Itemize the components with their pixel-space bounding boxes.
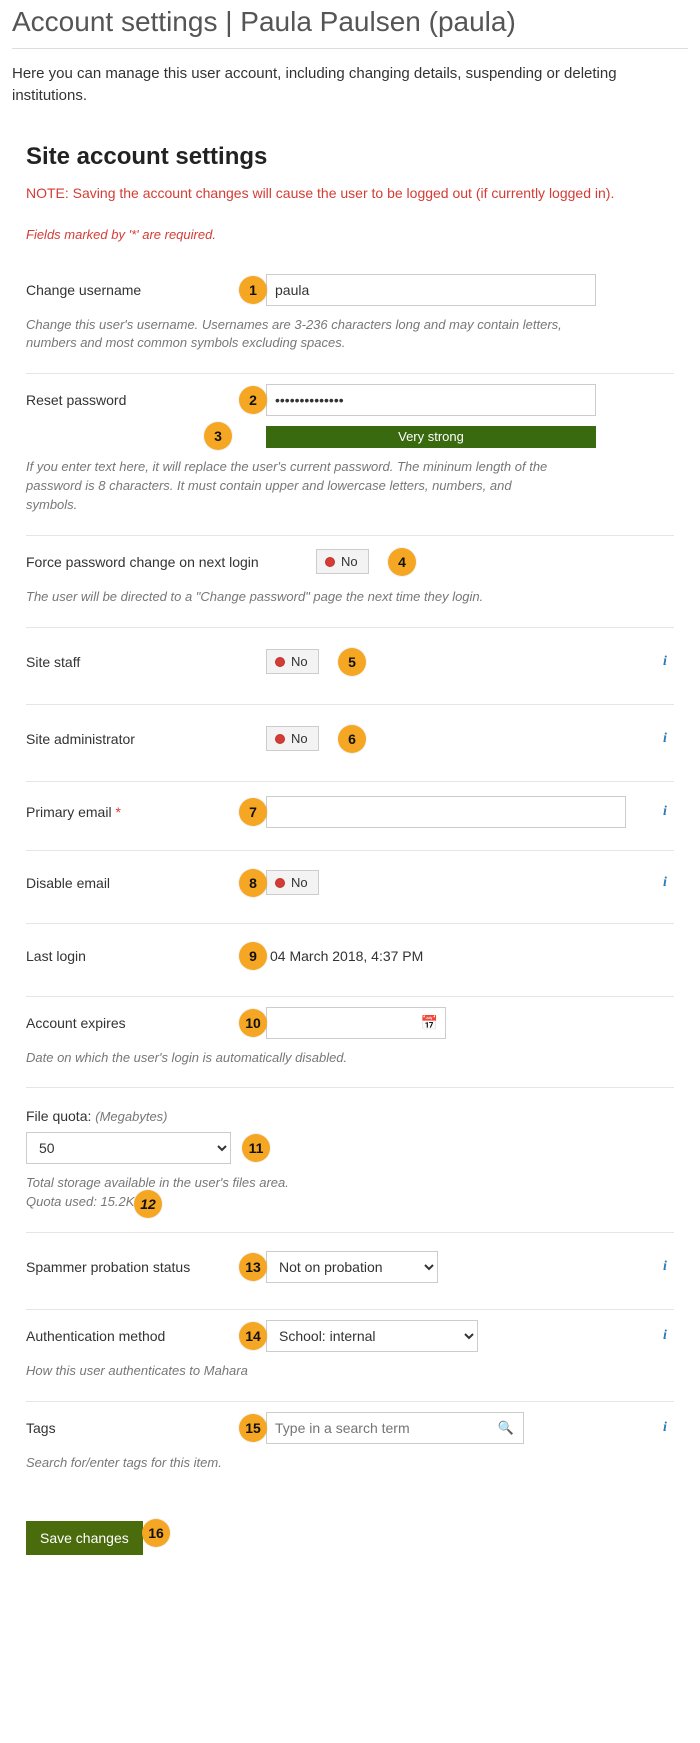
site-admin-label: Site administrator — [26, 731, 266, 747]
password-help: If you enter text here, it will replace … — [26, 458, 566, 515]
disable-email-label: Disable email — [26, 875, 266, 891]
file-quota-help-2: Quota used: 15.2KB — [26, 1194, 143, 1209]
reset-password-label: Reset password — [26, 392, 266, 408]
page-description: Here you can manage this user account, i… — [12, 63, 688, 107]
tags-input[interactable] — [266, 1412, 524, 1444]
info-icon[interactable]: i — [656, 874, 674, 892]
info-icon[interactable]: i — [656, 1258, 674, 1276]
file-quota-help-1: Total storage available in the user's fi… — [26, 1175, 289, 1190]
annotation-badge-1: 1 — [239, 276, 267, 304]
disable-email-value: No — [291, 875, 308, 890]
info-icon[interactable]: i — [656, 1419, 674, 1437]
annotation-badge-13: 13 — [239, 1253, 267, 1281]
annotation-badge-6: 6 — [338, 725, 366, 753]
site-admin-toggle[interactable]: No — [266, 726, 319, 751]
primary-email-input[interactable] — [266, 796, 626, 828]
section-title: Site account settings — [26, 143, 674, 171]
toggle-off-icon — [325, 557, 335, 567]
logout-note: NOTE: Saving the account changes will ca… — [26, 185, 674, 201]
probation-select[interactable]: Not on probation — [266, 1251, 438, 1283]
save-changes-button[interactable]: Save changes — [26, 1521, 143, 1555]
annotation-badge-4: 4 — [388, 548, 416, 576]
info-icon[interactable]: i — [656, 653, 674, 671]
auth-method-label: Authentication method — [26, 1328, 266, 1344]
site-staff-value: No — [291, 654, 308, 669]
toggle-off-icon — [275, 878, 285, 888]
force-pw-toggle[interactable]: No — [316, 549, 369, 574]
username-input[interactable] — [266, 274, 596, 306]
force-pw-help: The user will be directed to a "Change p… — [26, 588, 566, 607]
annotation-badge-2: 2 — [239, 386, 267, 414]
account-expires-help: Date on which the user's login is automa… — [26, 1049, 566, 1068]
annotation-badge-12: 12 — [134, 1190, 162, 1218]
file-quota-label: File quota: — [26, 1108, 91, 1124]
username-help: Change this user's username. Usernames a… — [26, 316, 566, 354]
search-icon: 🔍 — [498, 1420, 514, 1436]
disable-email-toggle[interactable]: No — [266, 870, 319, 895]
annotation-badge-15: 15 — [239, 1414, 267, 1442]
info-icon[interactable]: i — [656, 1327, 674, 1345]
auth-method-select[interactable]: School: internal — [266, 1320, 478, 1352]
force-pw-value: No — [341, 554, 358, 569]
probation-label: Spammer probation status — [26, 1259, 266, 1275]
annotation-badge-5: 5 — [338, 648, 366, 676]
tags-help: Search for/enter tags for this item. — [26, 1454, 566, 1473]
file-quota-select[interactable]: 50 — [26, 1132, 231, 1164]
annotation-badge-14: 14 — [239, 1322, 267, 1350]
toggle-off-icon — [275, 657, 285, 667]
annotation-badge-8: 8 — [239, 869, 267, 897]
title-divider — [12, 48, 688, 49]
toggle-off-icon — [275, 734, 285, 744]
annotation-badge-7: 7 — [239, 798, 267, 826]
last-login-label: Last login — [26, 948, 266, 964]
password-strength-meter: Very strong — [266, 426, 596, 448]
required-note: Fields marked by '*' are required. — [26, 227, 674, 242]
annotation-badge-10: 10 — [239, 1009, 267, 1037]
info-icon[interactable]: i — [656, 730, 674, 748]
last-login-value: 04 March 2018, 4:37 PM — [270, 948, 423, 964]
account-expires-label: Account expires — [26, 1015, 266, 1031]
site-staff-toggle[interactable]: No — [266, 649, 319, 674]
site-staff-label: Site staff — [26, 654, 266, 670]
info-icon[interactable]: i — [656, 803, 674, 821]
password-input[interactable] — [266, 384, 596, 416]
tags-label: Tags — [26, 1420, 266, 1436]
annotation-badge-11: 11 — [242, 1134, 270, 1162]
account-expires-input[interactable] — [266, 1007, 446, 1039]
force-pw-label: Force password change on next login — [26, 554, 316, 570]
annotation-badge-16: 16 — [142, 1519, 170, 1547]
auth-method-help: How this user authenticates to Mahara — [26, 1362, 566, 1381]
page-title: Account settings | Paula Paulsen (paula) — [12, 0, 688, 48]
change-username-label: Change username — [26, 282, 266, 298]
primary-email-label: Primary email * — [26, 804, 266, 820]
annotation-badge-9: 9 — [239, 942, 267, 970]
site-admin-value: No — [291, 731, 308, 746]
file-quota-unit: (Megabytes) — [95, 1109, 167, 1124]
annotation-badge-3: 3 — [204, 422, 232, 450]
